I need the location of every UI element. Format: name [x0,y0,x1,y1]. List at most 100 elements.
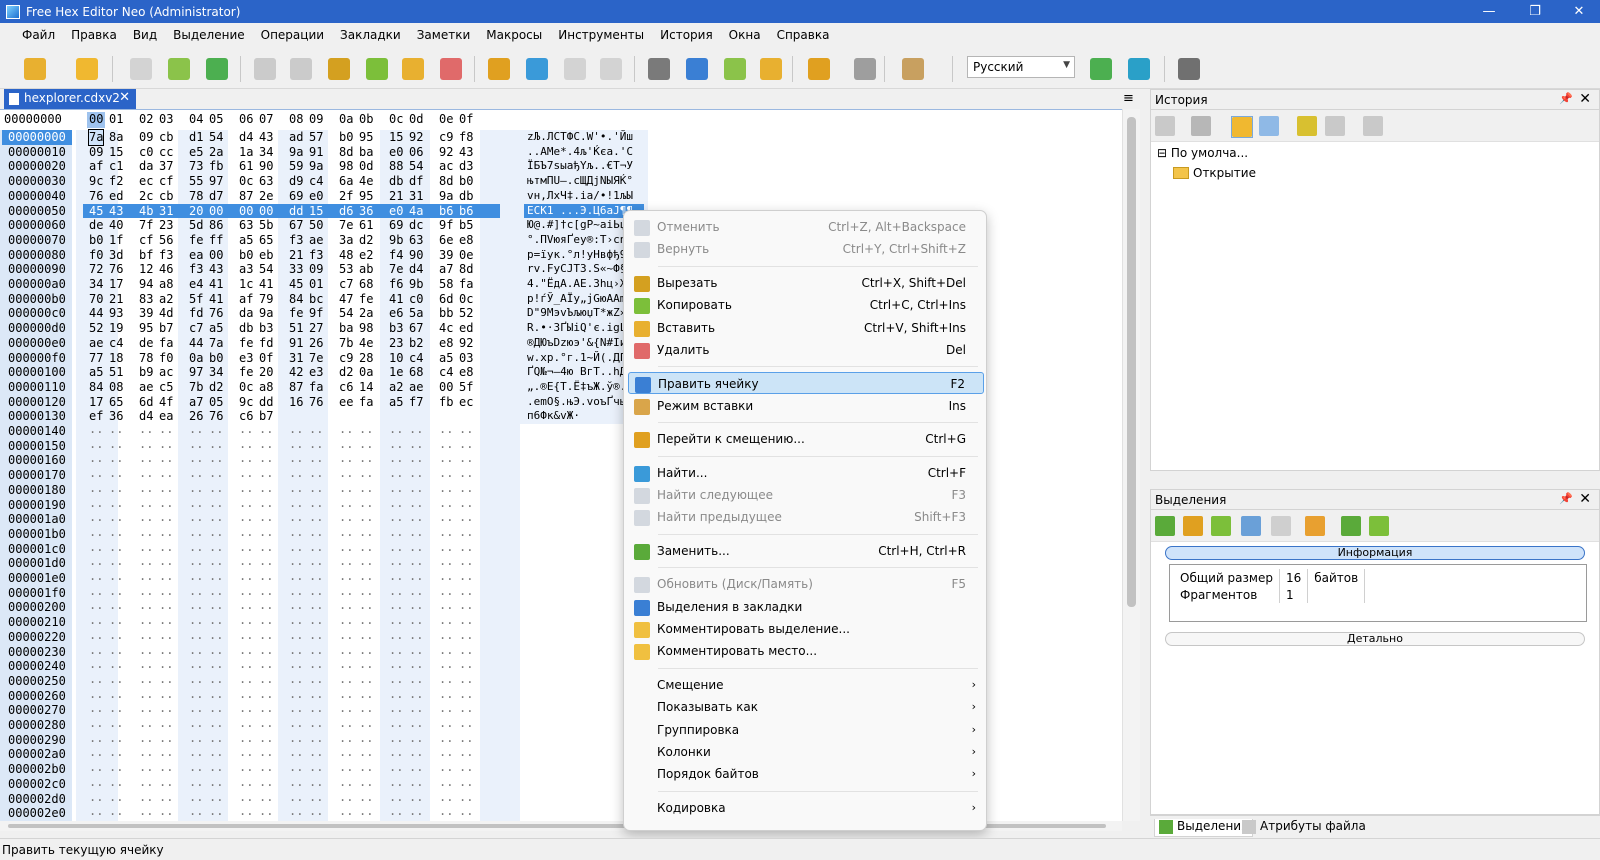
hex-cell[interactable]: 16 [289,395,303,410]
text-cell[interactable]: њтмПU—.cЩДjNЫЯЌ° [527,174,633,189]
hex-cell[interactable]: 3a [339,233,353,248]
hex-cell[interactable]: 2c [139,189,153,204]
hex-cell[interactable]: 43 [459,145,473,160]
hex-cell[interactable]: 0c [239,174,253,189]
hex-cell[interactable]: b0 [459,174,473,189]
hex-cell[interactable]: 90 [409,248,423,263]
hex-cell[interactable]: 65 [259,233,273,248]
hex-cell[interactable]: 39 [139,306,153,321]
hex-cell[interactable]: c0 [139,145,153,160]
hex-cell[interactable]: 87 [239,189,253,204]
hex-cell[interactable]: 73 [189,159,203,174]
hex-cell[interactable]: fe [239,365,253,380]
hex-cell[interactable]: f3 [159,248,173,263]
column-header[interactable]: 06 [239,112,253,128]
hex-cell[interactable]: 42 [289,365,303,380]
hex-cell[interactable]: fa [359,395,373,410]
hex-cell[interactable]: 9a [289,145,303,160]
column-header[interactable]: 07 [259,112,273,128]
hex-cell[interactable]: c7 [339,277,353,292]
hex-cell[interactable]: 2e [259,189,273,204]
hex-cell[interactable]: 76 [209,306,223,321]
hex-cell[interactable]: 76 [309,395,323,410]
hex-cell[interactable]: 67 [289,218,303,233]
hex-cell[interactable]: 48 [339,248,353,263]
column-header[interactable]: 09 [309,112,323,128]
hex-cell[interactable]: a5 [209,321,223,336]
hex-cell[interactable]: a3 [239,262,253,277]
text-cell[interactable]: p!ѓЎ_AЇy„јGюAАm. [527,292,633,307]
language-select[interactable]: Русский ▼ [967,56,1075,78]
hex-cell[interactable]: 94 [139,277,153,292]
hex-cell[interactable]: 6e [439,233,453,248]
history-tree-icon[interactable] [1231,116,1253,138]
history-list-icon[interactable] [1259,116,1281,138]
column-header[interactable]: 00 [87,112,106,128]
hex-cell[interactable]: 76 [89,189,103,204]
hex-cell[interactable]: 21 [109,292,123,307]
hex-cell[interactable]: 0a [189,351,203,366]
hex-cell[interactable]: 79 [259,292,273,307]
hex-cell[interactable]: db [459,189,473,204]
hex-cell[interactable]: a7 [189,395,203,410]
hex-cell[interactable]: b6 [439,204,453,219]
save-all-icon[interactable] [164,54,194,84]
hex-cell[interactable]: b3 [259,321,273,336]
panes-icon[interactable] [898,54,928,84]
hex-cell[interactable]: 36 [359,204,373,219]
hex-cell[interactable]: 21 [389,189,403,204]
history-sort-up-icon[interactable] [1297,116,1319,138]
history-tool-1[interactable] [1155,116,1177,138]
hex-cell[interactable]: cb [159,130,173,145]
open-file-icon[interactable] [72,54,102,84]
hex-cell[interactable]: 8d [439,174,453,189]
hex-cell[interactable]: e3 [309,365,323,380]
hex-cell[interactable]: 58 [439,277,453,292]
history-delete-icon[interactable] [1191,116,1213,138]
web-update-icon[interactable] [1086,54,1116,84]
hex-cell[interactable]: fa [459,277,473,292]
hex-cell[interactable]: 00 [439,380,453,395]
hex-cell[interactable]: ac [159,365,173,380]
hex-cell[interactable]: 23 [389,336,403,351]
hex-cell[interactable]: 9c [239,395,253,410]
hex-cell[interactable]: 63 [259,174,273,189]
hex-cell[interactable]: 5d [189,218,203,233]
hex-cell[interactable]: 98 [339,159,353,174]
hex-cell[interactable]: dd [259,395,273,410]
hex-cell[interactable]: 6d [439,292,453,307]
hex-cell[interactable]: f0 [89,248,103,263]
hex-cell[interactable]: fd [259,336,273,351]
hex-cell[interactable]: 43 [259,130,273,145]
hex-cell[interactable]: 92 [459,336,473,351]
hex-cell[interactable]: dd [289,204,303,219]
hex-cell[interactable]: 84 [289,292,303,307]
hex-cell[interactable]: 7e [339,218,353,233]
hex-cell[interactable]: b0 [339,130,353,145]
hex-cell[interactable]: ae [409,380,423,395]
vertical-scrollbar[interactable] [1122,109,1140,821]
hex-cell[interactable]: 09 [139,130,153,145]
find-next-icon[interactable] [560,54,590,84]
hex-cell[interactable]: fe [189,233,203,248]
hex-cell[interactable]: db [239,321,253,336]
hex-cell[interactable]: d4 [239,130,253,145]
hex-cell[interactable]: 88 [389,159,403,174]
hex-cell[interactable]: eb [259,248,273,263]
hex-cell[interactable]: cc [159,145,173,160]
hex-cell[interactable]: ed [109,189,123,204]
text-cell[interactable]: „.®Е{Т.Ё‡ъЖ.ў®._ [527,380,633,395]
hex-cell[interactable]: 31 [159,204,173,219]
paste-icon[interactable] [398,54,428,84]
hex-cell[interactable]: ad [289,130,303,145]
menu-item[interactable]: Выделение [165,28,252,42]
hex-cell[interactable]: 08 [109,380,123,395]
hex-cell[interactable]: 5f [189,292,203,307]
hex-cell[interactable]: 9b [409,277,423,292]
hex-cell[interactable]: 9f [439,218,453,233]
hex-cell[interactable]: c9 [339,351,353,366]
hex-cell[interactable]: 5f [459,380,473,395]
context-item-заменить[interactable]: Заменить... Ctrl+H, Ctrl+R [628,540,984,562]
text-cell[interactable]: zЉ.ЛСТФС.W'•.'Йш [527,130,633,145]
hex-cell[interactable]: 00 [209,204,223,219]
